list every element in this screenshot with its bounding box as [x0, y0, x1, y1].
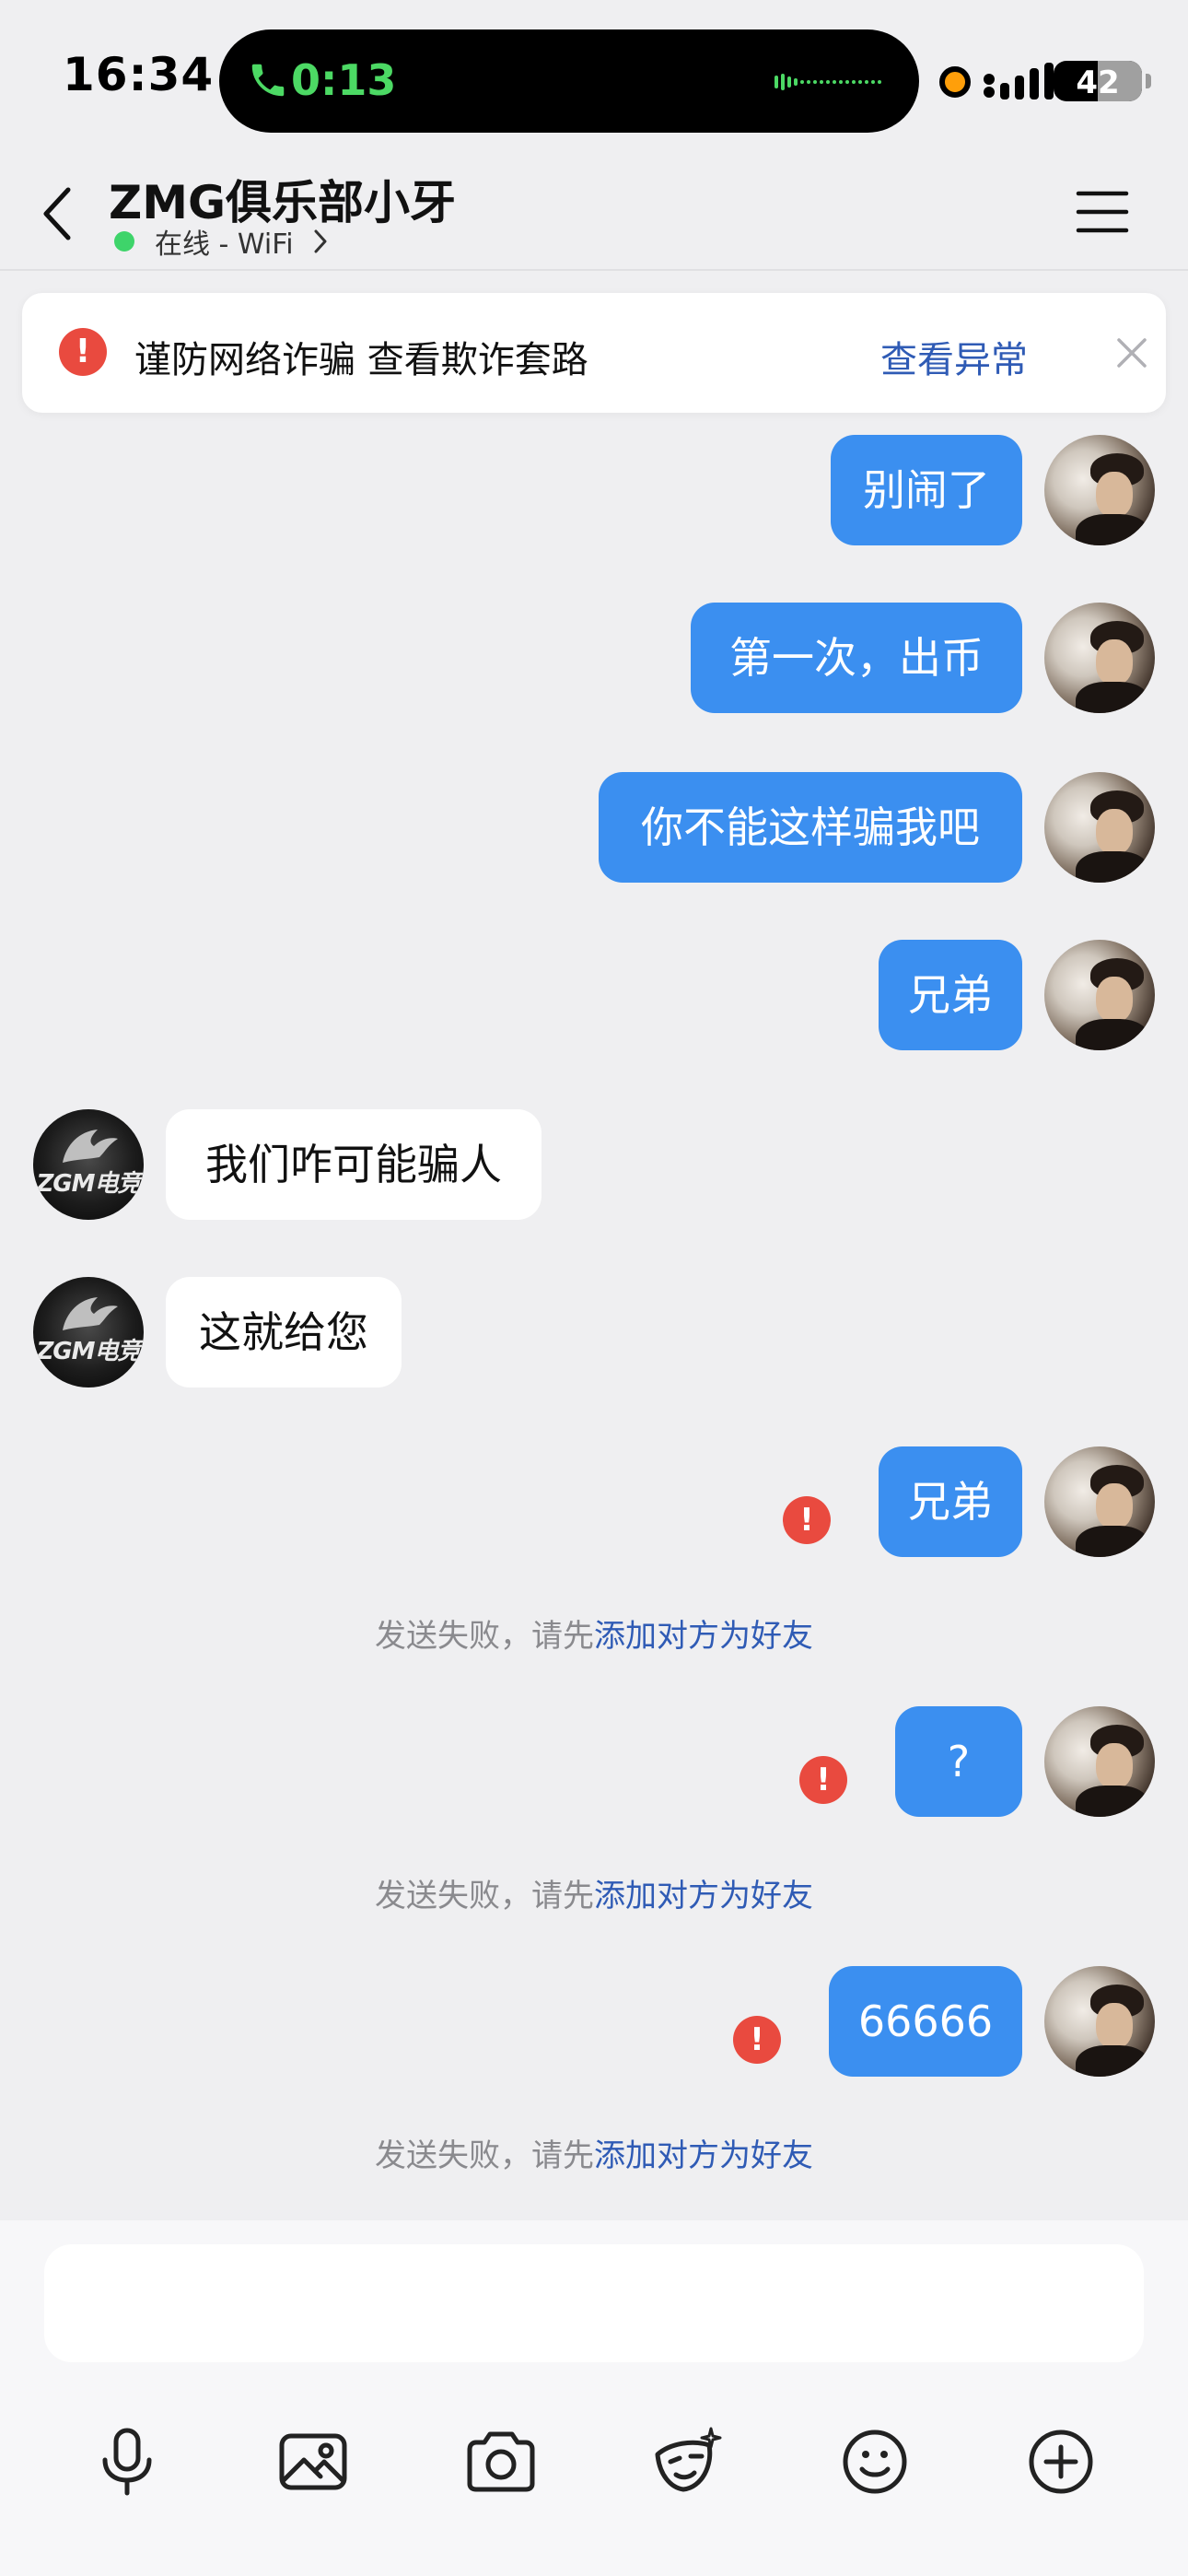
add-friend-link[interactable]: 添加对方为好友 [594, 2137, 813, 2174]
contact-avatar[interactable]: ZGM电竞 [33, 1109, 144, 1220]
add-friend-link[interactable]: 添加对方为好友 [594, 1618, 813, 1655]
send-failed-note: 发送失败，请先添加对方为好友 [0, 1870, 1188, 1915]
status-bar: 16:34 0:13 42 [0, 0, 1188, 157]
my-avatar[interactable] [1044, 1706, 1155, 1817]
my-avatar[interactable] [1044, 1966, 1155, 2077]
menu-icon[interactable] [1076, 190, 1129, 234]
cellular-signal-icon [984, 63, 1054, 100]
outgoing-message[interactable]: ? [895, 1706, 1022, 1817]
call-timer: 0:13 [291, 55, 397, 105]
dynamic-island-call[interactable]: 0:13 [219, 29, 919, 133]
send-failed-text: 发送失败，请先 [375, 2137, 594, 2174]
camera-icon[interactable] [462, 2423, 540, 2500]
contact-logo-text: ZGM电竞 [36, 1338, 141, 1365]
mask-icon[interactable] [648, 2423, 726, 2500]
send-failed-text: 发送失败，请先 [375, 1878, 594, 1914]
warning-text: 谨防网络诈骗 查看欺诈套路 [134, 339, 588, 381]
my-avatar[interactable] [1044, 435, 1155, 545]
dragon-logo-icon [63, 1297, 118, 1330]
incoming-message[interactable]: 这就给您 [166, 1277, 402, 1388]
send-failed-icon[interactable]: ! [733, 2016, 781, 2064]
contact-avatar[interactable]: ZGM电竞 [33, 1277, 144, 1388]
outgoing-message[interactable]: 你不能这样骗我吧 [599, 772, 1022, 883]
send-failed-text: 发送失败，请先 [375, 1618, 594, 1655]
dragon-logo-icon [63, 1130, 118, 1163]
microphone-icon[interactable] [88, 2423, 166, 2500]
add-friend-link[interactable]: 添加对方为好友 [594, 1878, 813, 1914]
send-failed-note: 发送失败，请先添加对方为好友 [0, 2130, 1188, 2175]
online-dot-icon [114, 231, 134, 252]
audio-wave-icon [775, 74, 881, 90]
online-status-text: 在线 - WiFi [155, 228, 294, 261]
send-failed-icon[interactable]: ! [783, 1496, 831, 1544]
warning-icon: ! [59, 328, 107, 376]
composer-toolbar [0, 2423, 1188, 2515]
send-failed-icon[interactable]: ! [799, 1756, 847, 1804]
clock: 16:34 [63, 48, 215, 101]
my-avatar[interactable] [1044, 603, 1155, 713]
outgoing-message[interactable]: 别闹了 [831, 435, 1022, 545]
battery-icon: 42 [1054, 61, 1142, 101]
chevron-right-icon [314, 229, 327, 253]
contact-logo-text: ZGM电竞 [36, 1170, 141, 1198]
outgoing-message[interactable]: 兄弟 [879, 1446, 1022, 1557]
message-input[interactable] [44, 2244, 1144, 2362]
outgoing-message[interactable]: 兄弟 [879, 940, 1022, 1050]
my-avatar[interactable] [1044, 772, 1155, 883]
send-failed-note: 发送失败，请先添加对方为好友 [0, 1610, 1188, 1656]
image-icon[interactable] [274, 2423, 352, 2500]
my-avatar[interactable] [1044, 940, 1155, 1050]
system-icons: 42 [939, 57, 1160, 105]
plus-icon[interactable] [1022, 2423, 1100, 2500]
outgoing-message[interactable]: 66666 [829, 1966, 1022, 2077]
close-icon[interactable] [1114, 335, 1149, 370]
battery-level: 42 [1076, 64, 1120, 101]
incoming-message[interactable]: 我们咋可能骗人 [166, 1109, 542, 1220]
privacy-indicator-icon [939, 66, 971, 98]
my-avatar[interactable] [1044, 1446, 1155, 1557]
emoji-icon[interactable] [836, 2423, 914, 2500]
view-anomaly-link[interactable]: 查看异常 [880, 330, 1028, 383]
chat-header: ZMG俱乐部小牙 在线 - WiFi [0, 157, 1188, 271]
outgoing-message[interactable]: 第一次，出币 [691, 603, 1022, 713]
phone-icon [251, 64, 285, 97]
back-icon[interactable] [39, 184, 76, 243]
fraud-warning-banner: ! 谨防网络诈骗 查看欺诈套路 查看异常 [22, 293, 1166, 413]
composer [0, 2220, 1188, 2576]
online-status[interactable]: 在线 - WiFi [114, 223, 331, 261]
